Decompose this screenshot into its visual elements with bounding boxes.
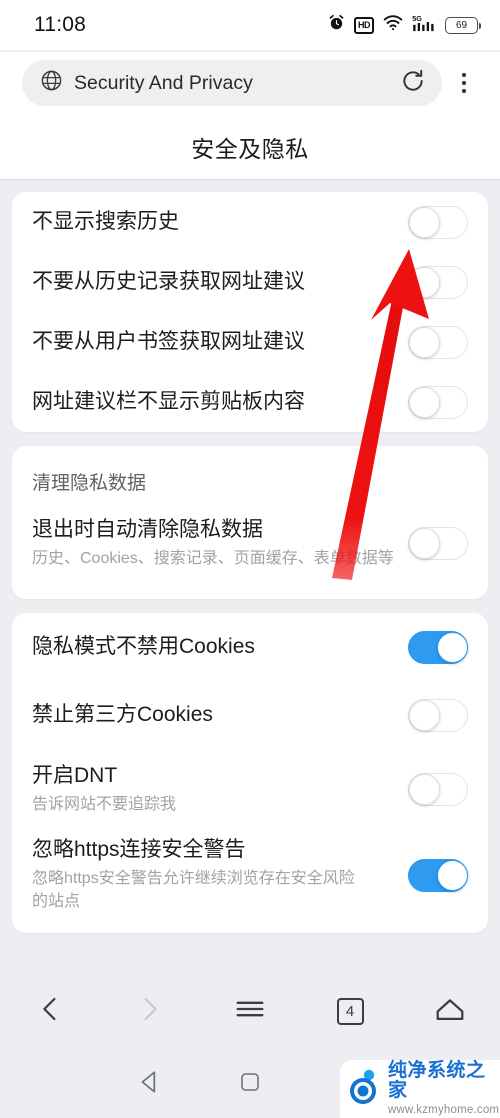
toggle-no-clipboard-in-suggestions[interactable]: [408, 385, 468, 419]
nav-back-icon: [137, 1069, 163, 1100]
alarm-icon: [328, 14, 345, 36]
browser-home-button[interactable]: [400, 995, 500, 1028]
android-back-button[interactable]: [100, 1069, 200, 1100]
row-title: 开启DNT: [32, 763, 118, 787]
row-title: 禁止第三方Cookies: [32, 703, 213, 727]
row-subtitle: 忽略https安全警告允许继续浏览存在安全风险的站点: [32, 870, 355, 910]
browser-menu-button[interactable]: [200, 994, 300, 1029]
cookies-security-card: 隐私模式不禁用Cookies 禁止第三方Cookies 开启DNT 告诉网站不要…: [12, 613, 488, 933]
kebab-menu-icon[interactable]: [442, 60, 486, 106]
row-title: 不要从用户书签获取网址建议: [32, 330, 305, 354]
browser-tabs-button[interactable]: 4: [300, 997, 400, 1025]
setting-row-block-third-party-cookies[interactable]: 禁止第三方Cookies: [32, 681, 468, 749]
wifi-icon: [383, 14, 403, 36]
browser-forward-button[interactable]: [100, 994, 200, 1029]
setting-row-enable-dnt[interactable]: 开启DNT 告诉网站不要追踪我: [32, 749, 468, 829]
android-home-button[interactable]: [200, 1070, 300, 1099]
toggle-incognito-allow-cookies[interactable]: [408, 630, 468, 664]
row-title: 不要从历史记录获取网址建议: [32, 270, 305, 294]
page-title: 安全及隐私: [191, 135, 309, 162]
forward-icon: [135, 994, 165, 1029]
toggle-knob: [437, 859, 468, 891]
toggle-no-bookmark-suggestions[interactable]: [408, 325, 468, 359]
toggle-knob: [409, 326, 440, 358]
phone-screen: 11:08 HD 5G 69 Security And Privacy 安全及隐…: [0, 0, 500, 1118]
kebab-dot: [462, 89, 466, 93]
browser-back-button[interactable]: [0, 994, 100, 1029]
kebab-dot: [462, 73, 466, 77]
back-icon: [35, 994, 65, 1029]
status-bar: 11:08 HD 5G 69: [0, 0, 500, 50]
setting-row-no-search-history[interactable]: 不显示搜索历史: [32, 192, 468, 252]
row-text: 网址建议栏不显示剪贴板内容: [32, 388, 398, 416]
browser-address-bar: Security And Privacy: [0, 52, 500, 114]
toggle-knob: [409, 206, 440, 238]
search-suggestion-card: 不显示搜索历史 不要从历史记录获取网址建议 不要从用户书签获取网址建议 网址建议…: [12, 192, 488, 432]
row-title: 不显示搜索历史: [32, 210, 179, 234]
tab-count-icon: 4: [336, 997, 364, 1025]
toggle-knob: [437, 631, 468, 663]
row-text: 禁止第三方Cookies: [32, 701, 398, 729]
reload-icon[interactable]: [400, 68, 426, 99]
setting-row-no-bookmark-suggestions[interactable]: 不要从用户书签获取网址建议: [32, 312, 468, 372]
toggle-enable-dnt[interactable]: [408, 772, 468, 806]
toggle-knob: [409, 699, 440, 731]
row-subtitle: 历史、Cookies、搜索记录、页面缓存、表单数据等: [32, 549, 394, 567]
toggle-knob: [409, 266, 440, 298]
row-text: 忽略https连接安全警告 忽略https安全警告允许继续浏览存在安全风险的站点: [32, 836, 398, 913]
status-clock: 11:08: [34, 13, 86, 36]
signal-5g-icon: 5G: [412, 14, 436, 37]
setting-row-ignore-https-warnings[interactable]: 忽略https连接安全警告 忽略https安全警告允许继续浏览存在安全风险的站点: [32, 829, 468, 933]
toggle-no-history-suggestions[interactable]: [408, 265, 468, 299]
watermark-site-url: www.kzmyhome.com: [388, 1103, 500, 1116]
toggle-auto-clear-on-exit[interactable]: [408, 526, 468, 560]
row-text: 退出时自动清除隐私数据 历史、Cookies、搜索记录、页面缓存、表单数据等: [32, 516, 398, 570]
row-title: 网址建议栏不显示剪贴板内容: [32, 390, 305, 414]
row-title: 隐私模式不禁用Cookies: [32, 635, 255, 659]
row-text: 开启DNT 告诉网站不要追踪我: [32, 762, 398, 816]
toggle-knob: [409, 773, 440, 805]
settings-content: 不显示搜索历史 不要从历史记录获取网址建议 不要从用户书签获取网址建议 网址建议…: [0, 181, 500, 971]
battery-level: 69: [455, 19, 468, 31]
battery-icon: 69: [445, 16, 481, 34]
row-text: 不要从用户书签获取网址建议: [32, 328, 398, 356]
watermark-logo-icon: [348, 1068, 382, 1111]
row-text: 不显示搜索历史: [32, 208, 398, 236]
clear-privacy-data-card: 清理隐私数据 退出时自动清除隐私数据 历史、Cookies、搜索记录、页面缓存、…: [12, 446, 488, 599]
url-text[interactable]: Security And Privacy: [74, 72, 389, 95]
toggle-block-third-party-cookies[interactable]: [408, 698, 468, 732]
watermark-text: 纯净系统之家 www.kzmyhome.com: [388, 1059, 500, 1118]
url-pill[interactable]: Security And Privacy: [22, 60, 442, 106]
setting-row-no-history-suggestions[interactable]: 不要从历史记录获取网址建议: [32, 252, 468, 312]
globe-icon: [40, 69, 63, 97]
row-text: 不要从历史记录获取网址建议: [32, 268, 398, 296]
row-title: 忽略https连接安全警告: [32, 838, 246, 862]
setting-row-auto-clear-on-exit[interactable]: 退出时自动清除隐私数据 历史、Cookies、搜索记录、页面缓存、表单数据等: [32, 499, 468, 599]
row-text: 隐私模式不禁用Cookies: [32, 633, 398, 661]
hd-icon: HD: [354, 16, 374, 34]
nav-home-icon: [238, 1070, 262, 1099]
toggle-no-search-history[interactable]: [408, 205, 468, 239]
setting-row-incognito-allow-cookies[interactable]: 隐私模式不禁用Cookies: [32, 613, 468, 681]
setting-row-no-clipboard-in-suggestions[interactable]: 网址建议栏不显示剪贴板内容: [32, 372, 468, 432]
toggle-knob: [409, 527, 440, 559]
menu-icon: [234, 994, 266, 1029]
page-header: 安全及隐私: [0, 114, 500, 180]
group-title-clear-privacy-data: 清理隐私数据: [32, 473, 147, 494]
row-title: 退出时自动清除隐私数据: [32, 517, 263, 541]
toggle-knob: [409, 386, 440, 418]
toggle-ignore-https-warnings[interactable]: [408, 858, 468, 892]
home-icon: [434, 995, 466, 1028]
svg-text:5G: 5G: [412, 14, 422, 23]
watermark-site-name: 纯净系统之家: [388, 1059, 486, 1101]
row-subtitle: 告诉网站不要追踪我: [32, 795, 177, 813]
status-icons: HD 5G 69: [328, 14, 481, 37]
kebab-dot: [462, 81, 466, 85]
browser-bottom-bar: 4: [0, 971, 500, 1051]
watermark: 纯净系统之家 www.kzmyhome.com: [340, 1060, 500, 1118]
